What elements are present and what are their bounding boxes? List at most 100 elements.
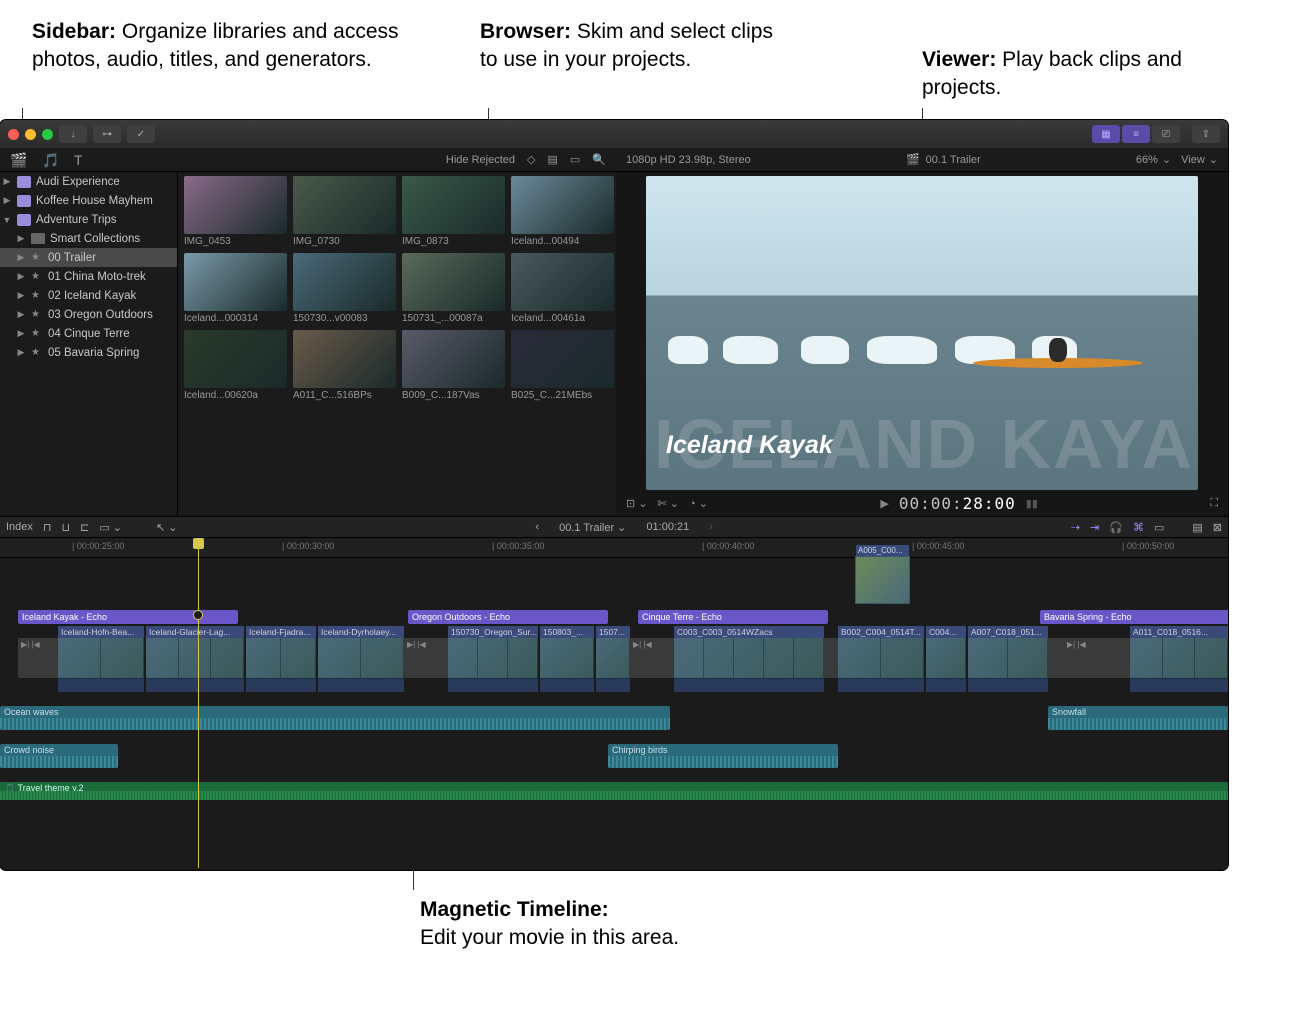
clip-appearance-icon[interactable]: ▤ <box>547 153 557 166</box>
timeline-project-dropdown[interactable]: 00.1 Trailer ⌄ <box>559 521 626 534</box>
insert-clip-icon[interactable]: ⊔ <box>62 521 71 534</box>
gap-clip[interactable] <box>1048 638 1064 678</box>
time-ruler[interactable]: | 00:00:25:00| 00:00:30:00| 00:00:35:00|… <box>0 538 1228 558</box>
video-clip[interactable]: Iceland-Fjadra... <box>246 626 316 692</box>
disclosure-icon[interactable]: ▼ <box>2 215 12 225</box>
audio-clip[interactable]: Snowfall <box>1048 706 1228 730</box>
audio-clip[interactable]: Chirping birds <box>608 744 838 768</box>
connected-clip[interactable]: A005_C00... <box>855 556 910 604</box>
select-tool-icon[interactable]: ↖ ⌄ <box>156 521 178 534</box>
clip-thumbnail[interactable]: IMG_0453 <box>184 176 287 247</box>
gap-clip[interactable]: ▶| |◀ <box>630 638 674 678</box>
video-clip[interactable]: 150730_Oregon_Sur... <box>448 626 538 692</box>
timeline-toggle-button[interactable]: ≡ <box>1122 125 1150 143</box>
timeline-index-button[interactable]: Index <box>6 521 33 533</box>
snapping-icon[interactable]: ⌘ <box>1133 521 1144 534</box>
disclosure-icon[interactable]: ▶ <box>16 328 26 339</box>
titles-sidebar-icon[interactable]: T <box>74 152 92 168</box>
list-view-icon[interactable]: ▭ <box>570 153 580 166</box>
clip-thumbnail[interactable]: 150730...v00083 <box>293 253 396 324</box>
skimming-icon[interactable]: ⇢ <box>1071 521 1080 534</box>
title-clip[interactable]: Cinque Terre - Echo <box>638 610 828 624</box>
retime-tool-icon[interactable]: ✄ ⌄ <box>658 497 680 510</box>
sidebar-item[interactable]: ▶★03 Oregon Outdoors <box>0 305 177 324</box>
viewer-frame[interactable]: ICELAND KAYAK Iceland Kayak <box>646 176 1198 490</box>
keyword-button[interactable]: ⊶ <box>93 125 121 143</box>
clip-thumbnail[interactable]: Iceland...000314 <box>184 253 287 324</box>
audio-clip[interactable]: Ocean waves <box>0 706 670 730</box>
sidebar-item[interactable]: ▶Smart Collections <box>0 229 177 248</box>
disclosure-icon[interactable]: ▶ <box>16 290 26 301</box>
sidebar-item[interactable]: ▶Koffee House Mayhem <box>0 191 177 210</box>
search-icon[interactable]: 🔍 <box>592 153 606 166</box>
music-clip[interactable]: 🎵 Travel theme v.2 <box>0 782 1228 800</box>
disclosure-icon[interactable]: ▶ <box>16 309 26 320</box>
clip-thumbnail[interactable]: Iceland...00620a <box>184 330 287 401</box>
clip-appearance-icon[interactable]: ▤ <box>1192 521 1202 534</box>
sidebar-item[interactable]: ▶★05 Bavaria Spring <box>0 343 177 362</box>
audio-meter-icon[interactable]: ▮▮ <box>1026 497 1038 510</box>
video-clip[interactable]: Iceland-Hofn-Bea... <box>58 626 144 692</box>
clip-thumbnail[interactable]: IMG_0730 <box>293 176 396 247</box>
close-icon[interactable] <box>8 129 19 140</box>
view-dropdown[interactable]: View <box>1181 154 1205 166</box>
sidebar-item[interactable]: ▶★04 Cinque Terre <box>0 324 177 343</box>
sidebar-item[interactable]: ▶Audi Experience <box>0 172 177 191</box>
fullscreen-icon[interactable]: ⛶ <box>1210 497 1218 510</box>
disclosure-icon[interactable]: ▶ <box>2 176 12 187</box>
clip-thumbnail[interactable]: 150731_...00087a <box>402 253 505 324</box>
gap-clip[interactable] <box>824 638 838 678</box>
video-clip[interactable]: 1507... <box>596 626 630 692</box>
disclosure-icon[interactable]: ▶ <box>2 195 12 206</box>
sidebar-item[interactable]: ▶★01 China Moto-trek <box>0 267 177 286</box>
clip-thumbnail[interactable]: Iceland...00461a <box>511 253 614 324</box>
clip-filter-dropdown[interactable]: Hide Rejected <box>446 154 515 166</box>
zoom-icon[interactable] <box>42 129 53 140</box>
video-clip[interactable]: A007_C018_051... <box>968 626 1048 692</box>
browser-toggle-button[interactable]: ▦ <box>1092 125 1120 143</box>
zoom-dropdown[interactable]: 66% <box>1136 154 1158 166</box>
background-tasks-button[interactable]: ✓ <box>127 125 155 143</box>
timeline-forward-icon[interactable]: › <box>709 521 713 533</box>
gap-clip[interactable]: ▶| |◀ <box>18 638 58 678</box>
gap-clip[interactable]: ▶| |◀ <box>404 638 448 678</box>
overwrite-clip-icon[interactable]: ▭ ⌄ <box>99 521 122 534</box>
video-clip[interactable]: C003_C003_0514WZacs <box>674 626 824 692</box>
inspector-toggle-button[interactable]: ⎚ <box>1152 125 1180 143</box>
magnetic-timeline[interactable]: | 00:00:25:00| 00:00:30:00| 00:00:35:00|… <box>0 538 1228 868</box>
playhead[interactable] <box>198 538 199 868</box>
gap-clip[interactable]: ▶| |◀ <box>1064 638 1130 678</box>
connect-clip-icon[interactable]: ⊓ <box>43 521 52 534</box>
import-button[interactable]: ↓ <box>59 125 87 143</box>
play-icon[interactable]: ▶ <box>880 497 888 510</box>
photos-sidebar-icon[interactable]: 🎵 <box>42 152 60 168</box>
timeline-effects-icon[interactable]: ⊠ <box>1213 521 1222 534</box>
clip-thumbnail[interactable]: B025_C...21MEbs <box>511 330 614 401</box>
clip-thumbnail[interactable]: IMG_0873 <box>402 176 505 247</box>
title-clip[interactable]: Oregon Outdoors - Echo <box>408 610 608 624</box>
append-clip-icon[interactable]: ⊏ <box>80 521 89 534</box>
solo-icon[interactable]: 🎧 <box>1109 521 1123 534</box>
video-clip[interactable]: Iceland-Glacier-Lag... <box>146 626 244 692</box>
disclosure-icon[interactable]: ▶ <box>16 347 26 358</box>
clip-thumbnail[interactable]: A011_C...516BPs <box>293 330 396 401</box>
audio-clip[interactable]: Crowd noise <box>0 744 118 768</box>
lanes-icon[interactable]: ▭ <box>1154 521 1164 534</box>
timeline-back-icon[interactable]: ‹ <box>535 521 539 533</box>
disclosure-icon[interactable]: ▶ <box>16 271 26 282</box>
video-clip[interactable]: 150803_... <box>540 626 594 692</box>
clip-thumbnail[interactable]: Iceland...00494 <box>511 176 614 247</box>
video-clip[interactable]: C004... <box>926 626 966 692</box>
minimize-icon[interactable] <box>25 129 36 140</box>
video-clip[interactable]: Iceland-Dyrholaey... <box>318 626 404 692</box>
disclosure-icon[interactable]: ▶ <box>16 252 26 263</box>
disclosure-icon[interactable]: ▶ <box>16 233 26 244</box>
title-clip[interactable]: Bavaria Spring - Echo <box>1040 610 1228 624</box>
share-button[interactable]: ⇪ <box>1192 125 1220 143</box>
enhance-tool-icon[interactable]: ◔ ⌄ <box>689 497 708 510</box>
sidebar-item[interactable]: ▶★00 Trailer <box>0 248 177 267</box>
video-clip[interactable]: B002_C004_0514T... <box>838 626 924 692</box>
audio-skimming-icon[interactable]: ⇥ <box>1090 521 1099 534</box>
title-clip[interactable]: Iceland Kayak - Echo <box>18 610 238 624</box>
video-clip[interactable]: A011_C018_0516... <box>1130 626 1228 692</box>
